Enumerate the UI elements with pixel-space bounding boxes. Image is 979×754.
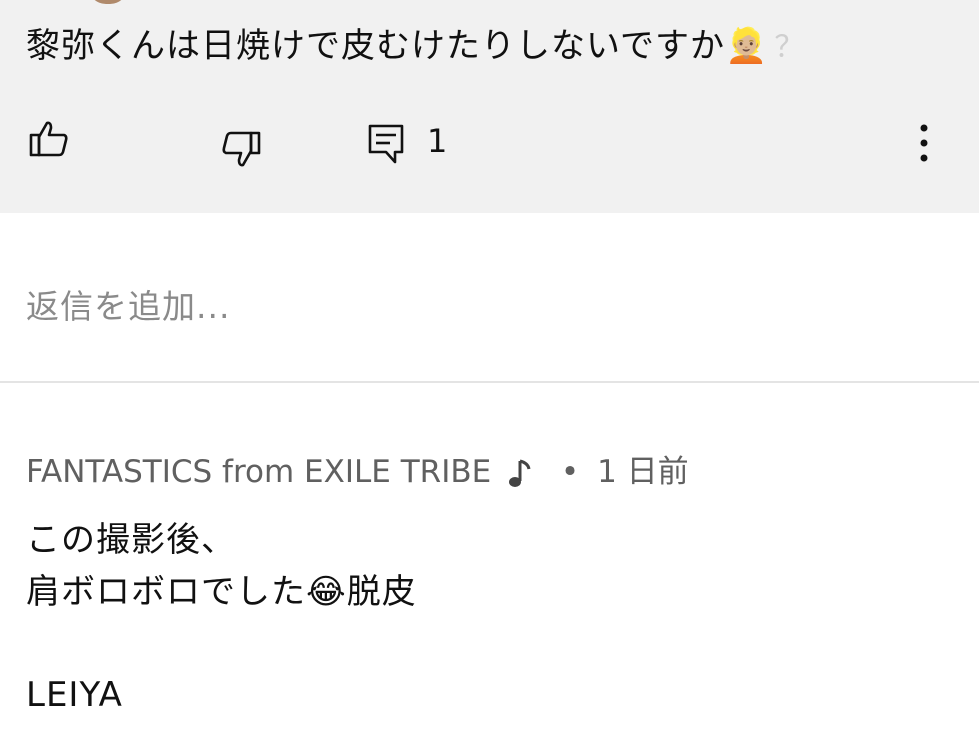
more-icon[interactable] [910,122,938,164]
reply-signature: LEIYA [26,675,123,715]
reply-count: 1 [427,122,448,160]
reply-icon[interactable] [366,122,406,166]
timestamp: 1 日前 [597,454,689,490]
thumbs-down-icon[interactable] [220,128,262,170]
reply-header: FANTASTICS from EXILE TRIBE • 1 日前 [26,446,689,491]
comment-body: 黎弥くんは日焼けで皮むけたりしないですか👱🏼 [26,26,769,66]
divider [0,381,979,383]
separator-dot: • [560,454,580,490]
avatar [88,0,128,4]
parent-comment-panel: 黎弥くんは日焼けで皮むけたりしないですか👱🏼？ 1 [0,0,979,213]
music-note-icon [509,459,531,487]
author-name[interactable]: FANTASTICS from EXILE TRIBE [26,454,491,490]
comment-trailing-mark: ？ [774,30,806,65]
comment-text: 黎弥くんは日焼けで皮むけたりしないですか👱🏼？ [26,22,805,72]
thumbs-up-icon[interactable] [28,118,70,160]
add-reply-input[interactable]: 返信を追加... [26,280,230,328]
reply-text-line: 肩ボロボロでした😂脱皮 [26,572,417,612]
reply-text-line: この撮影後、 [26,520,236,560]
